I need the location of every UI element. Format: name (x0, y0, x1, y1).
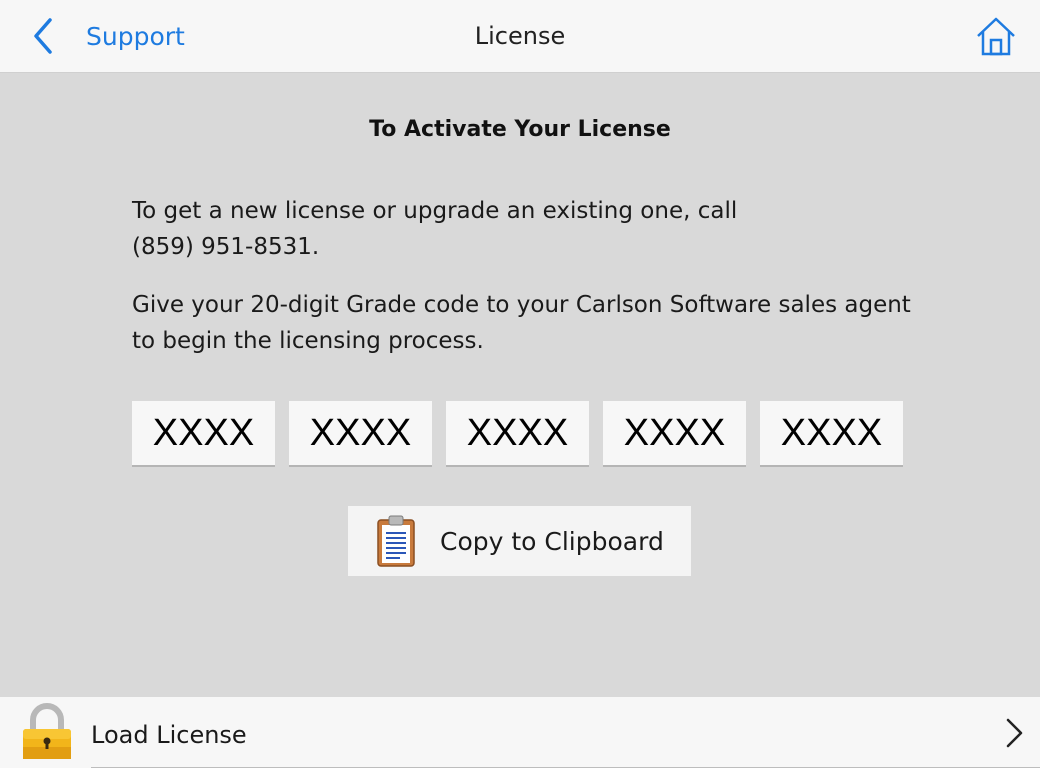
grade-code-fields: XXXX XXXX XXXX XXXX XXXX (132, 401, 903, 467)
grade-code-segment-3[interactable]: XXXX (446, 401, 589, 467)
grade-code-segment-2[interactable]: XXXX (289, 401, 432, 467)
grade-code-instructions-line-2: to begin the licensing process. (132, 328, 484, 354)
load-license-label: Load License (91, 721, 247, 749)
grade-code-segment-4[interactable]: XXXX (603, 401, 746, 467)
section-heading: To Activate Your License (369, 117, 671, 142)
call-instructions: To get a new license or upgrade an exist… (132, 193, 932, 265)
home-icon (977, 17, 1015, 56)
chevron-right-icon (1006, 718, 1023, 748)
grade-code-segment-5[interactable]: XXXX (760, 401, 903, 467)
call-instructions-line-1: To get a new license or upgrade an exist… (132, 198, 738, 224)
page-title: License (474, 22, 566, 50)
grade-code-instructions: Give your 20-digit Grade code to your Ca… (132, 287, 932, 359)
lock-icon (23, 703, 71, 759)
clipboard-icon (377, 515, 415, 567)
license-activation-panel: To Activate Your License To get a new li… (0, 73, 1040, 697)
copy-to-clipboard-label: Copy to Clipboard (440, 526, 664, 556)
top-navigation-bar: Support License (0, 0, 1040, 73)
grade-code-instructions-line-1: Give your 20-digit Grade code to your Ca… (132, 292, 911, 318)
phone-number: (859) 951-8531. (132, 234, 320, 260)
grade-code-segment-1[interactable]: XXXX (132, 401, 275, 467)
copy-to-clipboard-button[interactable]: Copy to Clipboard (348, 506, 691, 576)
home-button[interactable] (974, 14, 1018, 58)
load-license-row[interactable]: Load License (0, 697, 1040, 768)
